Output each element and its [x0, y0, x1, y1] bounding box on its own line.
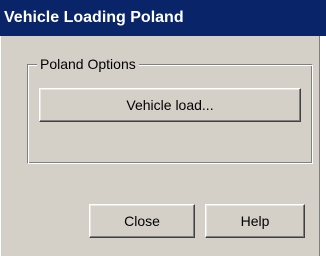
close-button[interactable]: Close: [89, 204, 195, 238]
help-button[interactable]: Help: [205, 204, 305, 238]
vehicle-load-button[interactable]: Vehicle load...: [39, 88, 301, 122]
window-title: Vehicle Loading Poland: [4, 9, 184, 26]
window-edge: [320, 36, 326, 256]
title-bar[interactable]: Vehicle Loading Poland: [0, 0, 326, 36]
dialog-window: Vehicle Loading Poland Poland Options Ve…: [0, 0, 326, 256]
groupbox-label: Poland Options: [37, 55, 139, 73]
dialog-client-area: Poland Options Vehicle load... Close Hel…: [0, 36, 320, 256]
